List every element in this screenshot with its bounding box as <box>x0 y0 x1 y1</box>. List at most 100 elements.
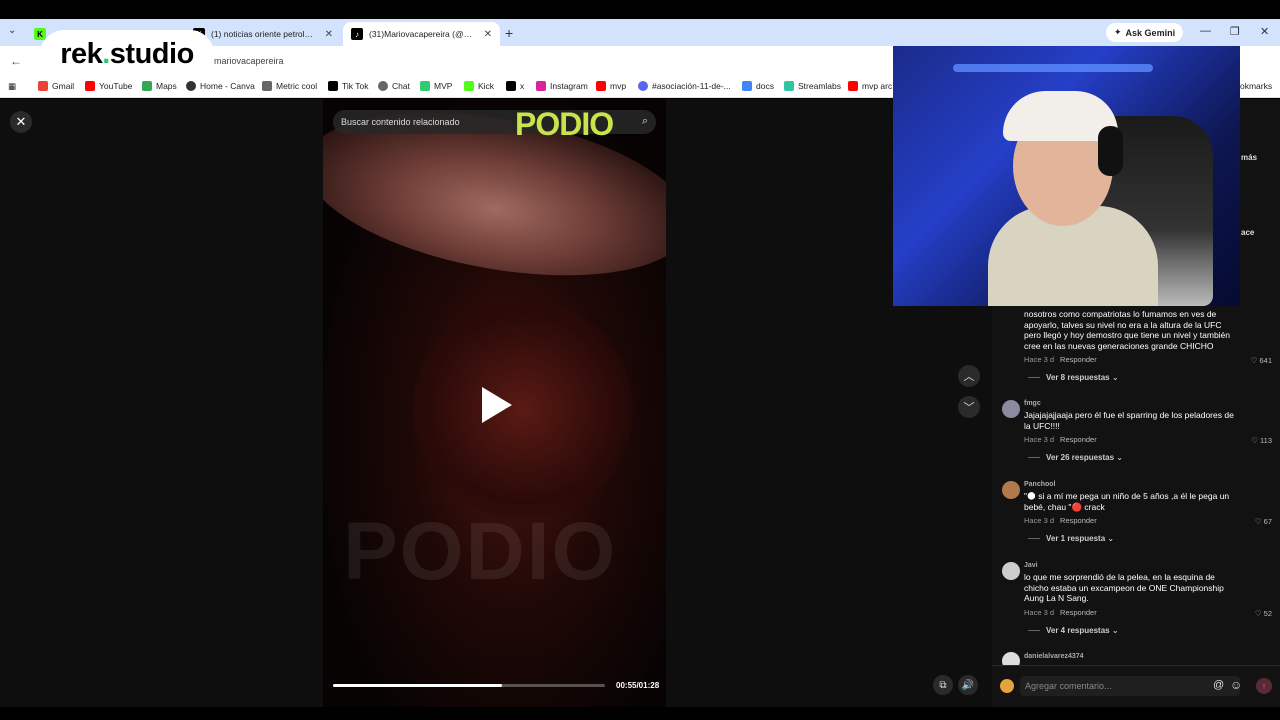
docs-icon <box>742 81 752 91</box>
restore-icon[interactable]: ❐ <box>1230 25 1240 38</box>
reply-button[interactable]: Responder <box>1060 608 1097 617</box>
all-bookmarks[interactable]: okmarks <box>1240 81 1272 91</box>
bookmark-mvp-arc[interactable]: mvp arc <box>848 81 892 91</box>
bookmark-docs[interactable]: docs <box>742 81 774 91</box>
bookmark-metricool[interactable]: Metric cool <box>262 81 317 91</box>
chevron-down-icon: ⌄ <box>1107 534 1115 543</box>
discord-icon <box>638 81 648 91</box>
bookmark-tiktok[interactable]: Tik Tok <box>328 81 368 91</box>
tab-search-chevron-icon[interactable]: ⌄ <box>8 25 16 36</box>
tab-label: (31)Mariovacapereira (@mario <box>369 29 476 39</box>
bookmark-chat[interactable]: Chat <box>378 81 410 91</box>
bookmark-instagram[interactable]: Instagram <box>536 81 588 91</box>
back-arrow-icon[interactable]: ← <box>10 54 22 68</box>
comment-meta: Hace 3 d Responder <box>1024 435 1097 444</box>
comment-username[interactable]: danielalvarez4374 <box>1024 653 1084 660</box>
video-time: 00:55/01:28 <box>616 681 660 690</box>
bookmark-maps[interactable]: Maps <box>142 81 177 91</box>
pip-icon: ⧉ <box>939 679 947 691</box>
ask-gemini-button[interactable]: ✦ Ask Gemini <box>1106 23 1184 42</box>
view-replies-button[interactable]: Ver 1 respuesta ⌄ <box>1028 534 1114 543</box>
bookmark-asociacion[interactable]: #asociación-11-de-... <box>638 81 731 91</box>
view-replies-button[interactable]: Ver 8 respuestas ⌄ <box>1028 373 1119 382</box>
avatar[interactable] <box>1002 562 1020 580</box>
instagram-icon <box>536 81 546 91</box>
apps-grid-icon[interactable]: ▦ <box>8 81 16 92</box>
close-tab-icon[interactable]: ✕ <box>484 29 492 40</box>
video-progress-bar[interactable] <box>333 684 605 687</box>
bookmark-streamlabs[interactable]: Streamlabs <box>784 81 841 91</box>
bookmark-youtube[interactable]: YouTube <box>85 81 132 91</box>
kick-icon <box>464 81 474 91</box>
minimize-icon[interactable]: — <box>1200 25 1211 37</box>
heart-icon: ♡ <box>1254 517 1262 526</box>
bookmark-kick[interactable]: Kick <box>464 81 494 91</box>
heart-icon: ♡ <box>1250 356 1258 365</box>
comment-input-row: Agregar comentario... @ ☺ ↑ <box>992 665 1280 707</box>
ask-gemini-label: Ask Gemini <box>1125 27 1176 38</box>
ace-fragment[interactable]: ace <box>1241 228 1254 237</box>
chevron-down-icon: ⌄ <box>1116 453 1123 462</box>
tab-tiktok[interactable]: ♪ (31)Mariovacapereira (@mario ✕ <box>343 22 500 46</box>
like-count[interactable]: ♡ 52 <box>1255 609 1272 618</box>
chevron-down-icon: ﹀ <box>963 402 975 414</box>
bookmark-gmail[interactable]: Gmail <box>38 81 74 91</box>
view-replies-button[interactable]: Ver 4 respuestas ⌄ <box>1028 626 1119 635</box>
next-video-button[interactable]: ﹀ <box>958 396 980 418</box>
x-icon <box>506 81 516 91</box>
tab-label: (1) noticias oriente petrolero - <box>211 29 317 39</box>
avatar[interactable] <box>1002 481 1020 499</box>
like-count[interactable]: ♡ 113 <box>1251 436 1272 445</box>
comment-meta: Hace 3 d Responder <box>1024 516 1097 525</box>
close-icon: ✕ <box>15 114 27 129</box>
address-bar[interactable]: mariovacapereira <box>214 56 284 66</box>
comment-username[interactable]: fmgc <box>1024 400 1041 407</box>
view-replies-button[interactable]: Ver 26 respuestas ⌄ <box>1028 453 1123 462</box>
gemini-icon: ✦ <box>1114 27 1122 37</box>
mention-icon[interactable]: @ <box>1213 679 1224 691</box>
comment-username[interactable]: Panchool <box>1024 481 1056 488</box>
like-count[interactable]: ♡ 67 <box>1255 517 1272 526</box>
heart-icon: ♡ <box>1251 436 1258 445</box>
bookmark-mvp[interactable]: MVP <box>420 81 452 91</box>
comment-username[interactable]: Javi <box>1024 562 1038 569</box>
close-window-icon[interactable]: ✕ <box>1260 25 1269 38</box>
arrow-up-icon: ↑ <box>1261 681 1267 691</box>
picture-in-picture-button[interactable]: ⧉ <box>933 675 953 695</box>
bookmark-canva[interactable]: Home - Canva <box>186 81 255 91</box>
comment-text: nosotros como compatriotas lo fumamos en… <box>1024 309 1231 351</box>
comment-text: lo que me sorprendió de la pelea, en la … <box>1024 572 1224 603</box>
comment-item: danielalvarez4374 <box>1002 652 1272 670</box>
search-icon[interactable]: ⌕ <box>642 115 648 128</box>
volume-button[interactable]: 🔊 <box>958 675 978 695</box>
close-tab-icon[interactable]: ✕ <box>325 29 333 40</box>
chevron-down-icon: ⌄ <box>1111 373 1119 382</box>
comment-item: Panchool "🌑 si a mí me pega un niño de 5… <box>1002 481 1272 551</box>
bookmark-mvp-youtube[interactable]: mvp <box>596 81 626 91</box>
mvp-icon <box>420 81 430 91</box>
reply-button[interactable]: Responder <box>1060 355 1097 364</box>
send-comment-button[interactable]: ↑ <box>1256 678 1272 694</box>
streamlabs-icon <box>784 81 794 91</box>
led-strip <box>953 64 1153 72</box>
podio-logo: PODIO <box>515 106 614 142</box>
chevron-down-icon: ⌄ <box>1111 626 1119 635</box>
close-video-button[interactable]: ✕ <box>10 111 32 133</box>
podio-watermark: PODIO <box>343 506 618 597</box>
screen-top-edge <box>0 0 1280 19</box>
comment-item: nosotros como compatriotas lo fumamos en… <box>1002 309 1272 389</box>
previous-video-button[interactable]: ︿ <box>958 365 980 387</box>
youtube-icon <box>596 81 606 91</box>
like-count[interactable]: ♡ 641 <box>1251 356 1272 365</box>
avatar[interactable] <box>1002 400 1020 418</box>
comment-text: "🌑 si a mí me pega un niño de 5 años ,a … <box>1024 491 1230 512</box>
new-tab-icon[interactable]: + <box>505 25 513 41</box>
bookmark-x[interactable]: x <box>506 81 524 91</box>
more-fragment[interactable]: más <box>1241 153 1257 162</box>
play-icon[interactable] <box>482 387 512 423</box>
reply-button[interactable]: Responder <box>1060 435 1097 444</box>
comment-input[interactable]: Agregar comentario... <box>1020 676 1240 696</box>
reply-button[interactable]: Responder <box>1060 516 1097 525</box>
emoji-icon[interactable]: ☺ <box>1230 678 1242 692</box>
comment-item: Javi lo que me sorprendió de la pelea, e… <box>1002 562 1272 642</box>
